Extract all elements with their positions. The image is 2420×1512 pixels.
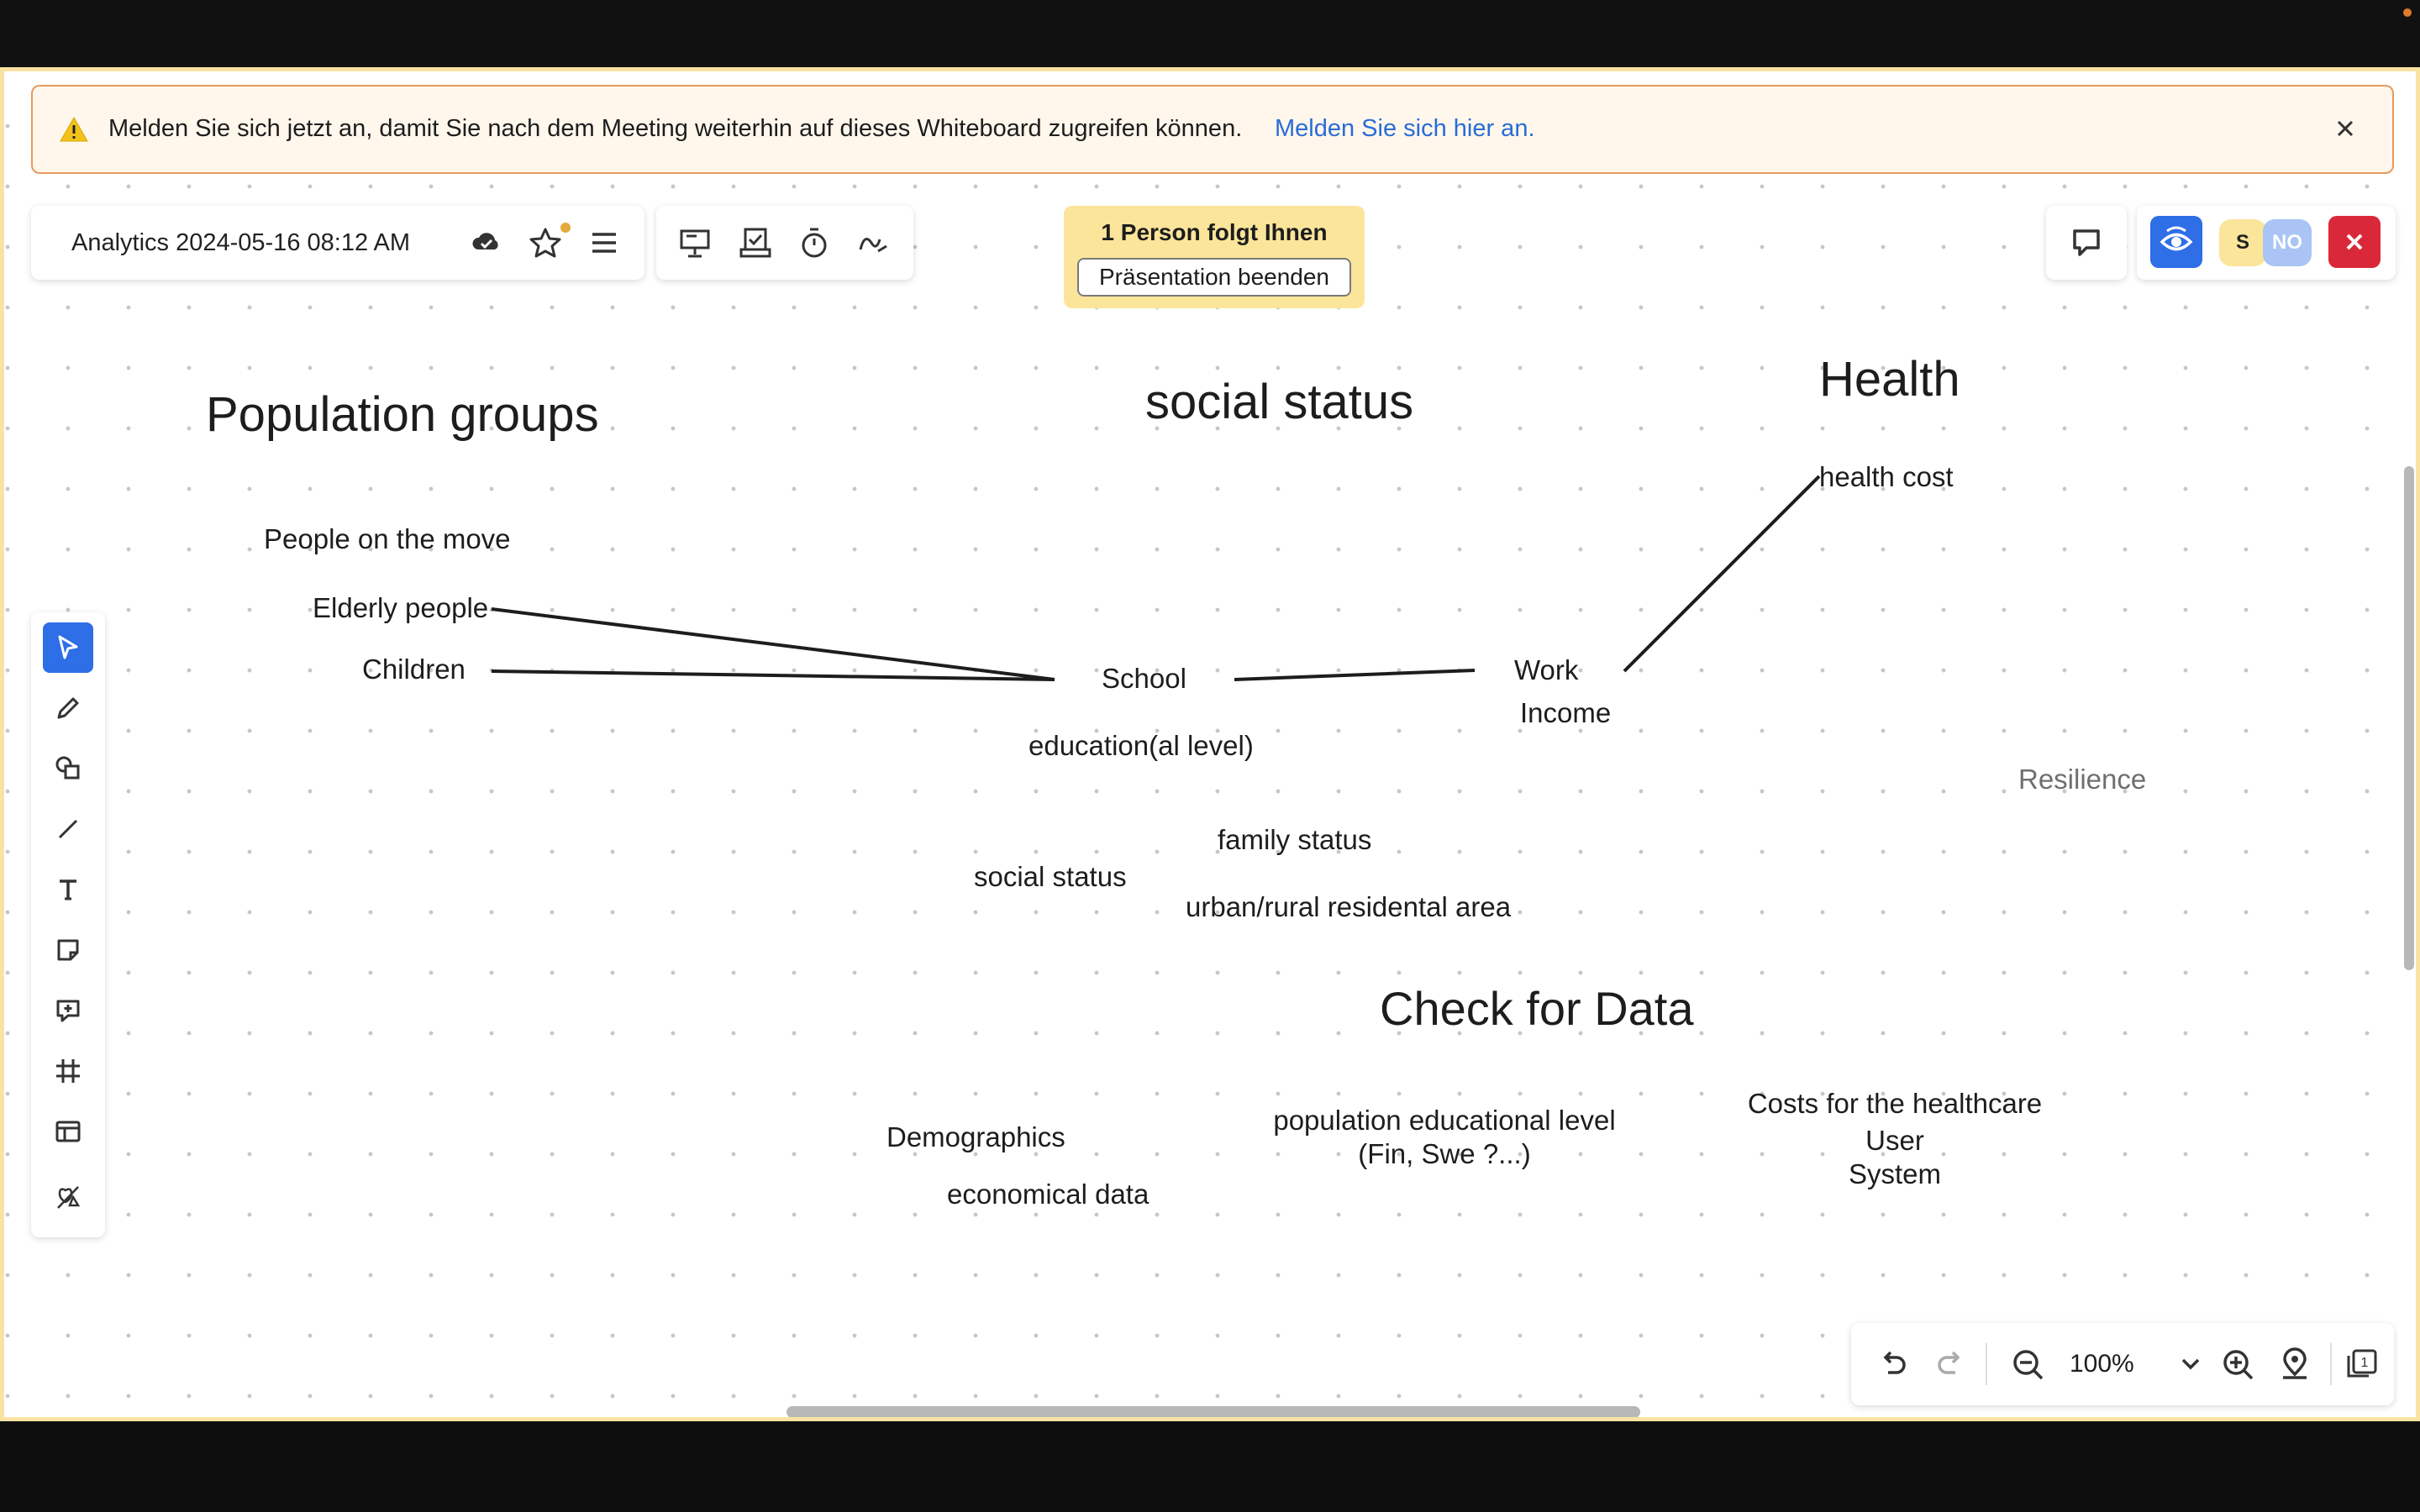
horizontal-scrollbar[interactable]: [786, 1406, 1640, 1417]
note-line: Costs for the healthcare: [1747, 1088, 2043, 1119]
ai-shapes-tool[interactable]: [43, 1172, 93, 1222]
presentation-icon[interactable]: [676, 224, 713, 261]
line-icon: [58, 819, 78, 839]
comment-tool[interactable]: [43, 985, 93, 1036]
zoom-out-icon[interactable]: [2009, 1346, 2046, 1383]
board-title-panel: Analytics 2024-05-16 08:12 AM: [31, 206, 644, 280]
signin-banner: Melden Sie sich jetzt an, damit Sie nach…: [31, 85, 2394, 174]
undo-icon[interactable]: [1875, 1346, 1912, 1383]
note-work[interactable]: Work: [1514, 654, 1578, 686]
screen-top-bar: [0, 0, 2420, 67]
zoom-level[interactable]: 100%: [2070, 1350, 2134, 1378]
heading-check-for-data[interactable]: Check for Data: [1380, 981, 1694, 1036]
note-line: population educational level: [1273, 1105, 1616, 1136]
pen-tool[interactable]: [43, 683, 93, 733]
voting-icon[interactable]: [737, 224, 774, 261]
note-costs-healthcare[interactable]: Costs for the healthcare User System: [1727, 1088, 2063, 1190]
map-pin-icon[interactable]: [2276, 1346, 2313, 1383]
note-health-cost[interactable]: health cost: [1819, 461, 1954, 493]
comment-bubble-icon[interactable]: [2068, 224, 2105, 261]
select-tool[interactable]: [43, 622, 93, 673]
heading-health[interactable]: Health: [1819, 351, 1960, 407]
heading-social-status[interactable]: social status: [1145, 374, 1413, 430]
avatar[interactable]: NO: [2263, 219, 2312, 266]
screen-bottom-bar: [0, 1421, 2420, 1512]
connector-elderly-school: [491, 607, 1055, 681]
select-icon: [58, 635, 78, 659]
note-education[interactable]: education(al level): [1028, 730, 1254, 762]
text-tool[interactable]: [43, 864, 93, 915]
note-line: (Fin, Swe ?...): [1358, 1138, 1531, 1169]
note-school[interactable]: School: [1102, 663, 1186, 695]
redo-icon[interactable]: [1932, 1346, 1969, 1383]
end-presentation-button[interactable]: Präsentation beenden: [1077, 258, 1351, 297]
board-title[interactable]: Analytics 2024-05-16 08:12 AM: [71, 229, 410, 257]
frame-icon: [56, 1059, 80, 1083]
sticky-note-tool[interactable]: [43, 925, 93, 975]
star-icon[interactable]: [527, 224, 564, 261]
whiteboard-canvas[interactable]: Melden Sie sich jetzt an, damit Sie nach…: [0, 67, 2420, 1421]
recording-indicator: [2403, 8, 2412, 17]
chevron-down-icon[interactable]: [2172, 1346, 2209, 1383]
vertical-scrollbar[interactable]: [2404, 466, 2414, 970]
note-social-status[interactable]: social status: [974, 861, 1127, 893]
note-urban-rural[interactable]: urban/rural residental area: [1186, 891, 1511, 923]
pages-badge: 1: [2361, 1356, 2369, 1370]
ai-shapes-icon: [57, 1186, 81, 1209]
note-income[interactable]: Income: [1520, 697, 1611, 729]
follow-view-button[interactable]: [2150, 216, 2202, 268]
connector-work-healthcost: [1623, 475, 1821, 673]
timer-icon[interactable]: [796, 224, 833, 261]
template-tool[interactable]: [43, 1106, 93, 1157]
zoom-controls-panel: 100% 1: [1851, 1323, 2394, 1405]
connector-school-work: [1234, 669, 1476, 681]
shapes-icon: [55, 756, 80, 780]
note-people-on-the-move[interactable]: People on the move: [264, 523, 511, 555]
presentation-follow-box: 1 Person folgt Ihnen Präsentation beende…: [1064, 206, 1365, 308]
note-family-status[interactable]: family status: [1218, 824, 1371, 856]
divider: [1986, 1343, 1987, 1385]
note-line: User: [1865, 1125, 1924, 1156]
shapes-tool[interactable]: [43, 743, 93, 794]
comment-icon: [56, 1000, 80, 1022]
warning-icon: [60, 117, 88, 142]
leave-session-button[interactable]: [2328, 216, 2381, 268]
signin-link[interactable]: Melden Sie sich hier an.: [1275, 115, 1535, 143]
avatar[interactable]: S: [2219, 219, 2266, 266]
note-demographics[interactable]: Demographics: [886, 1121, 1065, 1153]
divider: [2330, 1343, 2332, 1385]
frame-tool[interactable]: [43, 1046, 93, 1096]
close-icon: [2346, 234, 2363, 250]
zoom-in-icon[interactable]: [2219, 1346, 2256, 1383]
cloud-saved-icon[interactable]: [468, 224, 505, 261]
close-icon[interactable]: [2328, 112, 2362, 145]
collaborators-panel: S NO: [2137, 206, 2396, 280]
note-population-educational-level[interactable]: population educational level (Fin, Swe ?…: [1260, 1105, 1629, 1170]
note-economical-data[interactable]: economical data: [947, 1179, 1149, 1210]
note-children[interactable]: Children: [362, 654, 466, 685]
note-line: System: [1848, 1158, 1942, 1189]
line-tool[interactable]: [43, 804, 93, 854]
connector-children-school: [491, 669, 1055, 681]
lock-badge-icon: [560, 223, 571, 233]
pages-icon[interactable]: 1: [2342, 1346, 2379, 1383]
collaboration-tools-panel: [656, 206, 913, 280]
note-elderly-people[interactable]: Elderly people: [313, 592, 488, 624]
menu-icon[interactable]: [586, 224, 623, 261]
pen-icon: [57, 697, 79, 719]
chat-panel: [2046, 206, 2127, 280]
banner-message: Melden Sie sich jetzt an, damit Sie nach…: [108, 115, 1243, 142]
heading-population-groups[interactable]: Population groups: [206, 386, 599, 443]
template-icon: [55, 1121, 81, 1142]
eye-icon: [2160, 226, 2193, 251]
tool-rail: [31, 612, 105, 1237]
followers-count: 1 Person folgt Ihnen: [1101, 219, 1328, 245]
reaction-icon[interactable]: [855, 224, 892, 261]
note-resilience[interactable]: Resilience: [2018, 764, 2146, 795]
text-icon: [60, 879, 76, 900]
sticky-note-icon: [57, 939, 79, 961]
